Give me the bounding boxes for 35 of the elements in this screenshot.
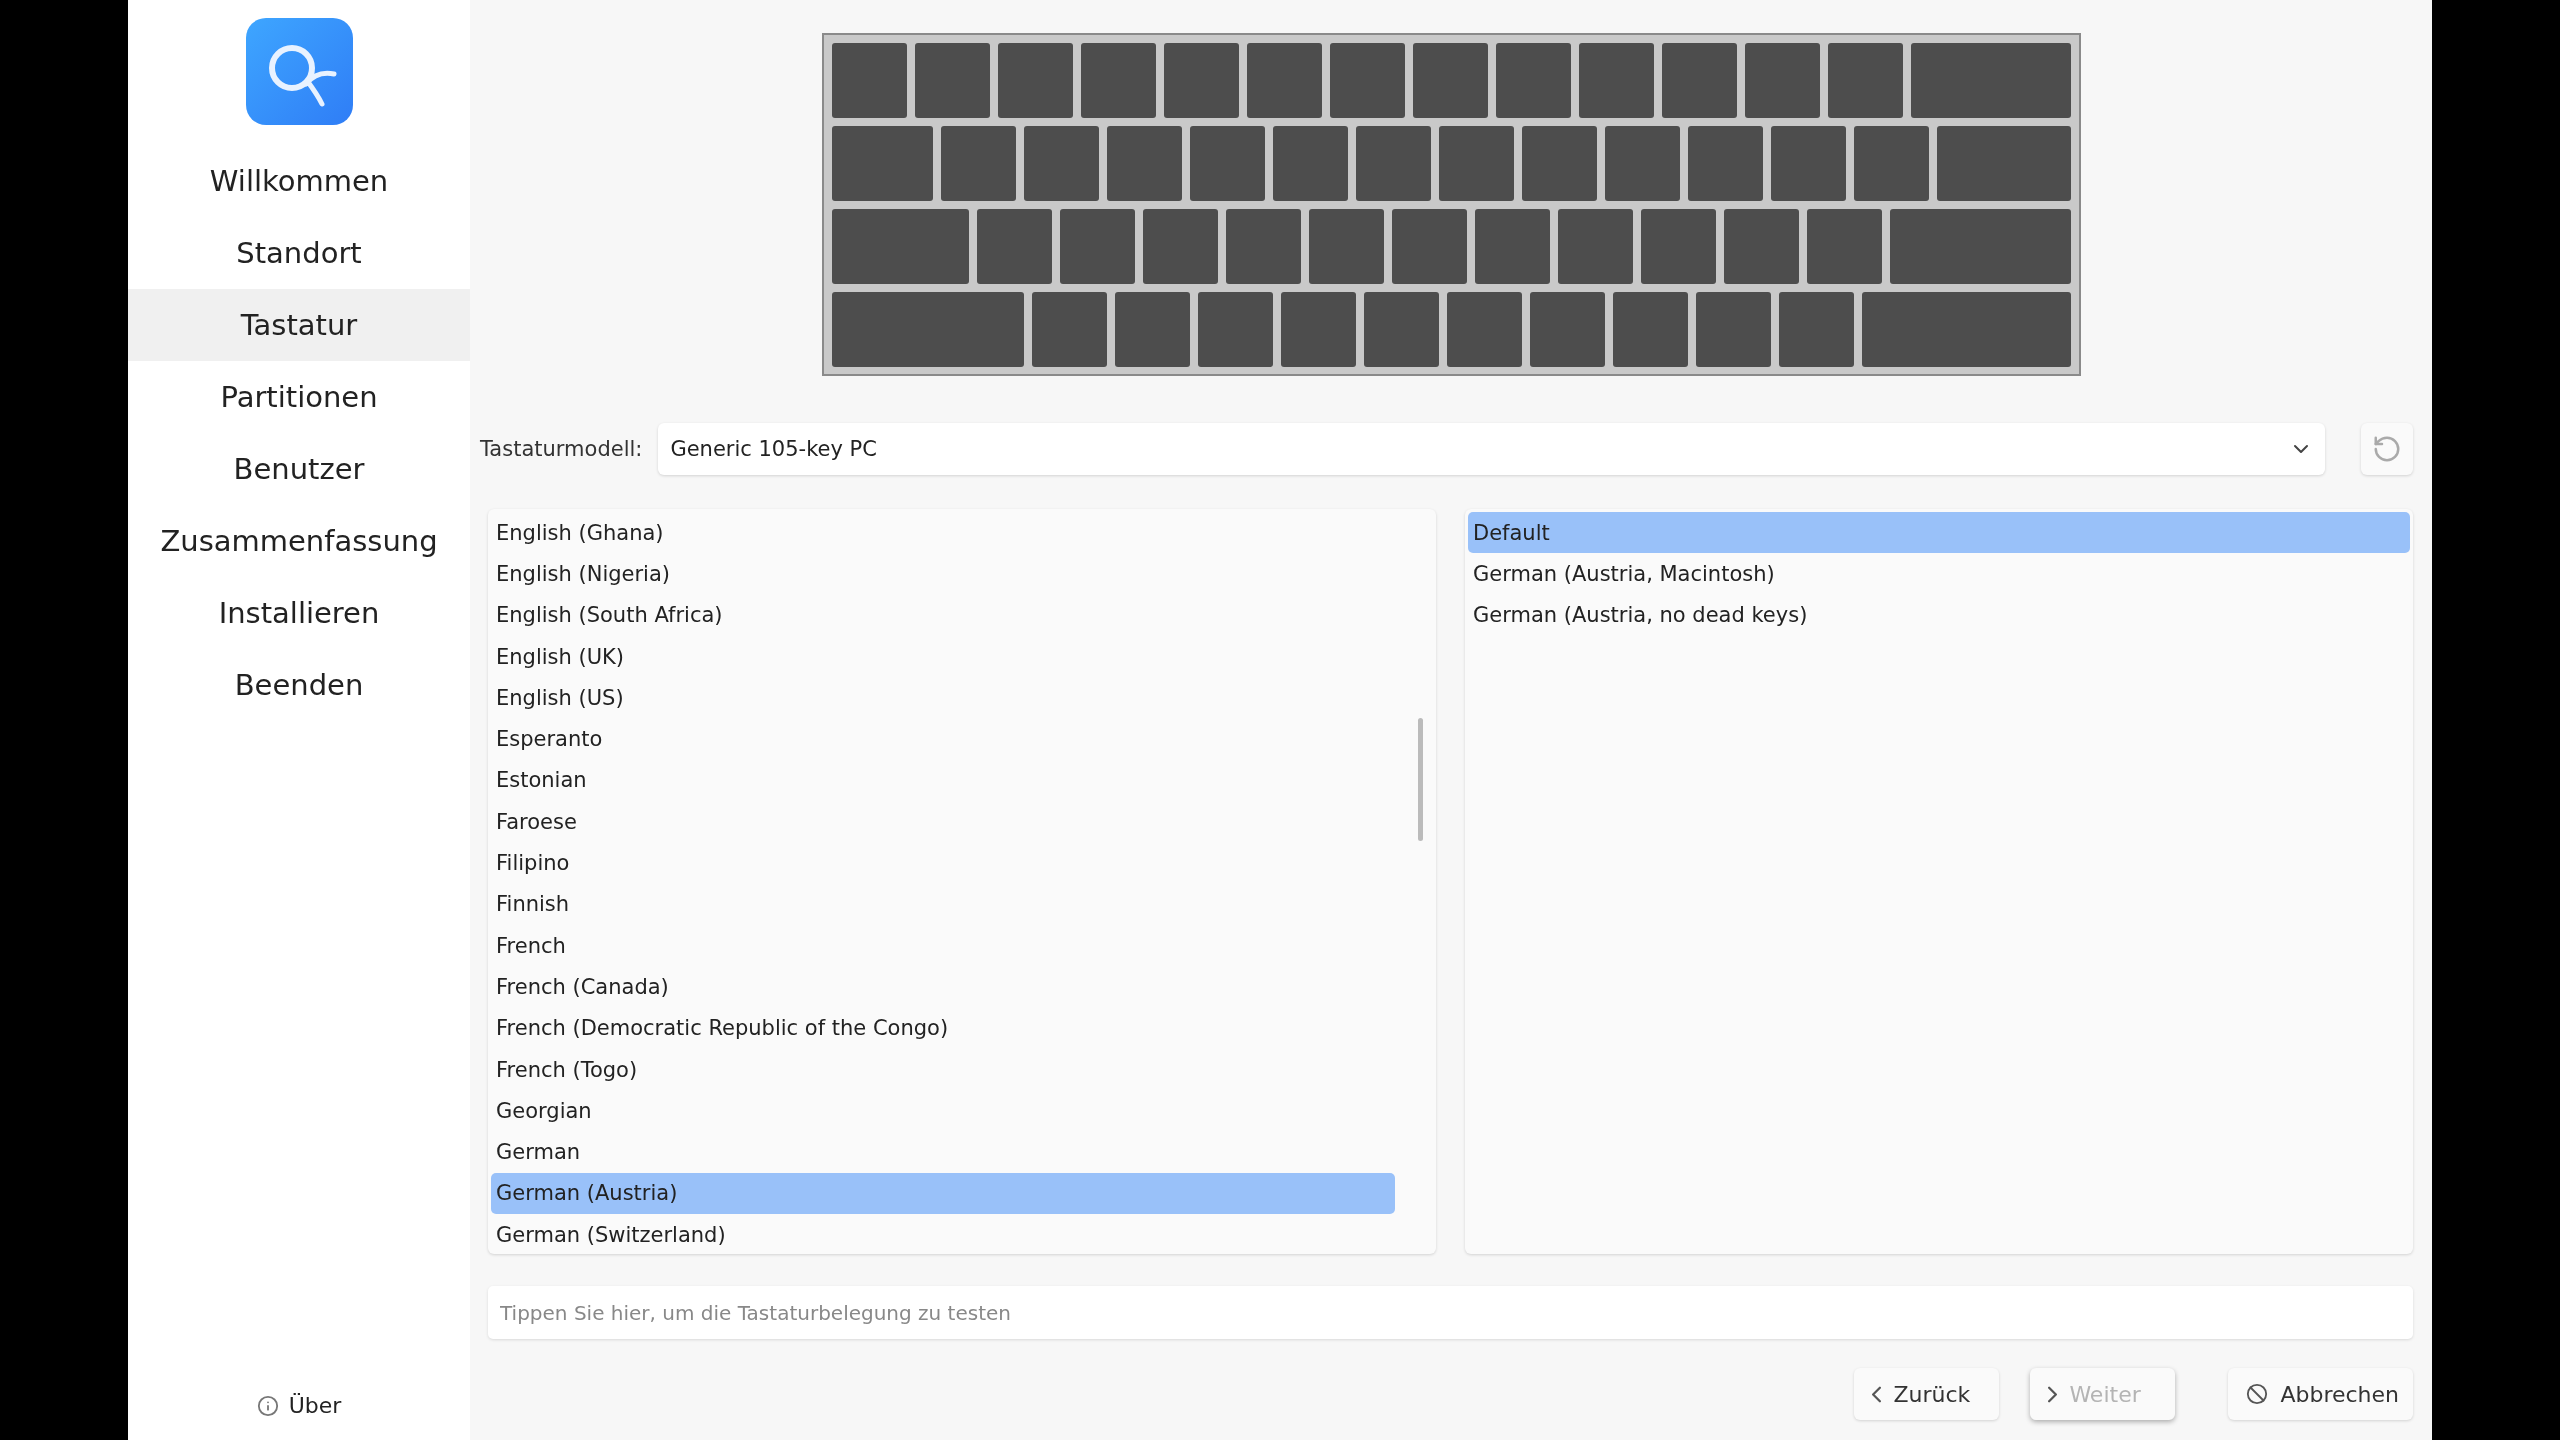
layout-item[interactable]: French (Togo) (491, 1048, 1395, 1091)
chevron-right-icon (2048, 1385, 2058, 1403)
layout-item[interactable]: Filipino (491, 842, 1395, 884)
keyboard-model-dropdown[interactable]: Generic 105-key PC (658, 423, 2325, 475)
layout-item[interactable]: German (Switzerland) (491, 1214, 1395, 1254)
layout-item[interactable]: Georgian (491, 1090, 1395, 1132)
back-button[interactable]: Zurück (1854, 1368, 2000, 1420)
layout-item[interactable]: English (UK) (491, 635, 1395, 678)
sidebar-item[interactable]: Tastatur (128, 289, 470, 361)
layout-item[interactable]: German (Austria) (491, 1172, 1395, 1215)
variant-item[interactable]: Default (1468, 512, 2410, 554)
layout-item[interactable]: English (South Africa) (491, 594, 1395, 636)
chevron-left-icon (1872, 1385, 1882, 1403)
variant-item[interactable]: German (Austria, no dead keys) (1468, 594, 2410, 636)
scrollbar[interactable] (1418, 718, 1423, 841)
layout-item[interactable]: Estonian (491, 759, 1395, 802)
test-input-field[interactable]: Tippen Sie hier, um die Tastaturbelegung zu testen (488, 1286, 2413, 1339)
about-link[interactable]: Über (256, 1393, 342, 1418)
layout-item[interactable]: French (Democratic Republic of the Congo) (491, 1007, 1395, 1049)
layout-item[interactable]: Finnish (491, 883, 1395, 925)
reset-icon (2372, 434, 2402, 464)
layout-item[interactable]: German (491, 1131, 1395, 1173)
layout-item[interactable]: Esperanto (491, 718, 1395, 760)
layout-item[interactable]: French (Canada) (491, 966, 1395, 1008)
layout-item[interactable]: French (491, 924, 1395, 967)
keyboard-model-label: Tastaturmodell: (480, 437, 643, 461)
layout-item[interactable]: English (Ghana) (491, 512, 1395, 554)
cancel-button[interactable]: Abbrechen (2228, 1368, 2413, 1420)
layout-item[interactable]: English (Nigeria) (491, 553, 1395, 595)
layout-item[interactable]: English (US) (491, 677, 1395, 719)
cancel-icon (2246, 1383, 2269, 1405)
layout-item[interactable]: Faroese (491, 801, 1395, 843)
info-icon (256, 1394, 279, 1417)
reset-button[interactable] (2361, 423, 2413, 475)
variant-item[interactable]: German (Austria, Macintosh) (1468, 553, 2410, 595)
